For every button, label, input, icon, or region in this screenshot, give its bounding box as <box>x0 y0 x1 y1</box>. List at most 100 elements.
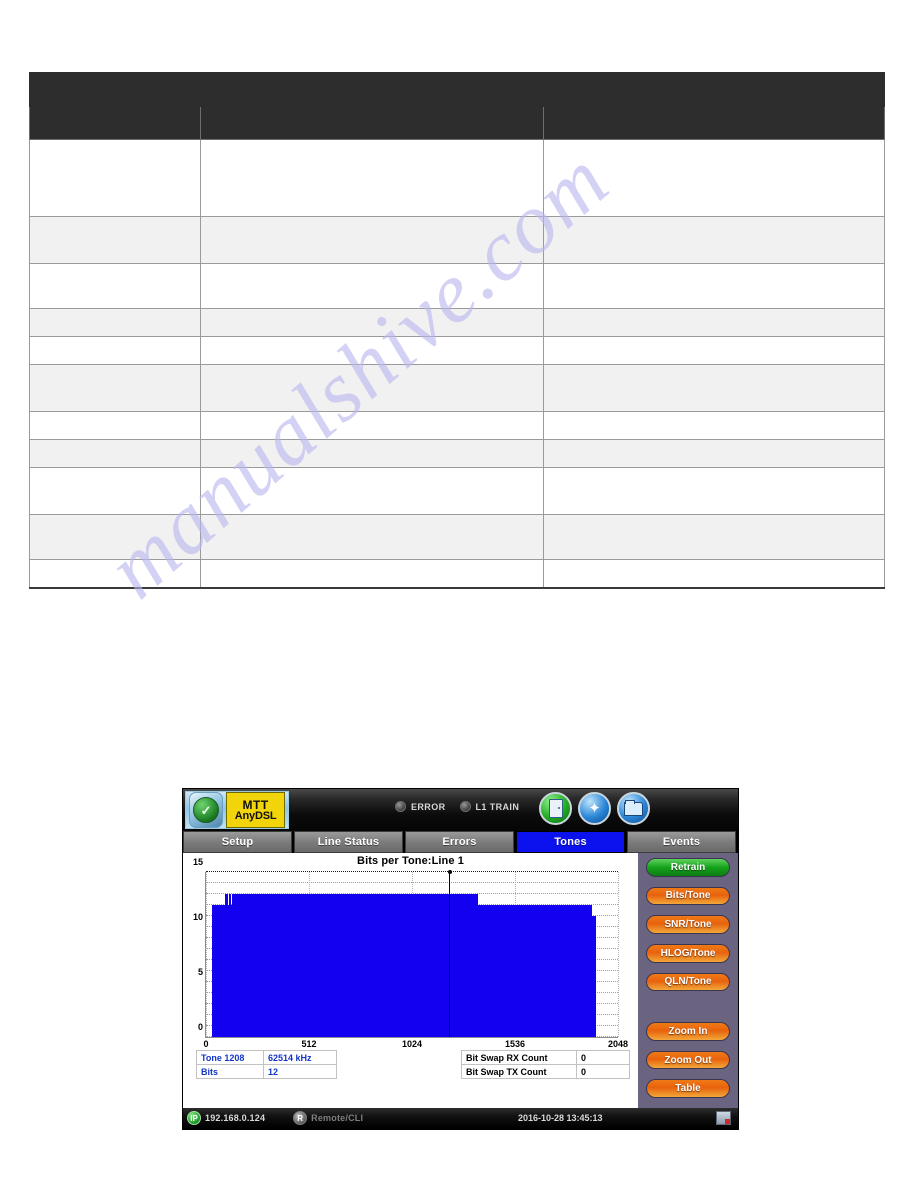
readout-row: Tone 1208 62514 kHz <box>196 1050 337 1065</box>
side-button-retrain[interactable]: Retrain <box>646 858 730 877</box>
table-cell <box>542 467 886 515</box>
table-cell <box>200 308 544 337</box>
check-circle-icon: ✓ <box>189 792 224 828</box>
chart-bar-segment <box>212 905 225 1037</box>
table-cell <box>200 411 544 440</box>
side-button-qln-tone[interactable]: QLN/Tone <box>646 972 730 992</box>
side-button-zoom-out[interactable]: Zoom Out <box>646 1050 730 1070</box>
side-button-snr-tone[interactable]: SNR/Tone <box>646 915 730 934</box>
status-indicators: ERROR L1 TRAIN <box>395 801 519 812</box>
chart-cursor[interactable] <box>448 870 453 1037</box>
readout-key: Tone 1208 <box>196 1050 264 1065</box>
chart-bar-segment <box>477 905 592 1037</box>
table-cell <box>200 263 544 309</box>
x-axis-tick-label: 512 <box>301 1039 317 1049</box>
tab-line-status[interactable]: Line Status <box>294 831 403 853</box>
readout-row: Bit Swap RX Count 0 <box>461 1050 630 1065</box>
y-axis-tick-label: 5 <box>197 967 203 977</box>
side-button-label: Zoom In <box>668 1025 708 1037</box>
table-cell <box>200 514 544 560</box>
folder-icon <box>624 799 643 816</box>
side-button-label: Bits/Tone <box>665 890 711 902</box>
chart-bar-segment <box>591 916 597 1037</box>
table-cell <box>28 514 202 560</box>
tab-label: Line Status <box>317 836 380 848</box>
table-cell <box>28 308 202 337</box>
device-main: Bits per Tone:Line 1 0 5 10 15 0 512 1024 1536… <box>183 853 738 1108</box>
table-cell <box>542 364 886 412</box>
indicator-error: ERROR <box>395 801 446 812</box>
table-row <box>28 467 886 515</box>
table-cell <box>28 559 202 589</box>
status-timestamp: 2016-10-28 13:45:13 <box>518 1113 603 1123</box>
tab-errors[interactable]: Errors <box>405 831 514 853</box>
table-cell <box>28 106 202 140</box>
readout-key: Bit Swap TX Count <box>461 1064 577 1079</box>
toolbar-buttons: ✦ <box>539 792 650 825</box>
table-cell <box>28 336 202 365</box>
table-cell <box>200 439 544 468</box>
x-axis-tick-label: 1024 <box>401 1039 423 1049</box>
readout-value: 12 <box>263 1064 337 1079</box>
chart-bar-segment <box>231 894 478 1037</box>
power-button[interactable] <box>539 792 572 825</box>
led-indicator-icon <box>459 801 471 812</box>
table-cell <box>28 411 202 440</box>
indicator-error-label: ERROR <box>411 801 446 812</box>
table-cell <box>542 439 886 468</box>
table-cell <box>28 216 202 264</box>
readout-row: Bit Swap TX Count 0 <box>461 1064 630 1079</box>
tab-events[interactable]: Events <box>627 831 736 853</box>
side-button-label: QLN/Tone <box>664 976 712 988</box>
table-cell <box>542 514 886 560</box>
table-cell <box>200 559 544 589</box>
table-row <box>28 559 886 589</box>
mtt-anydsl-badge: MTT AnyDSL <box>226 792 285 828</box>
power-door-icon <box>548 799 563 818</box>
readout-key: Bits <box>196 1064 264 1079</box>
tab-label: Events <box>662 836 701 848</box>
chart-panel: Bits per Tone:Line 1 0 5 10 15 0 512 1024 1536… <box>183 853 638 1108</box>
device-topbar: ✓ MTT AnyDSL ERROR L1 TRAIN ✦ <box>183 789 738 831</box>
ip-badge-icon: IP <box>187 1111 201 1125</box>
table-row <box>28 139 886 217</box>
table-cell <box>542 336 886 365</box>
screenshot-icon[interactable] <box>716 1111 731 1125</box>
side-button-zoom-in[interactable]: Zoom In <box>646 1022 730 1041</box>
readout-value: 0 <box>576 1050 630 1065</box>
badge-line-2: AnyDSL <box>234 809 277 822</box>
gridline-vertical <box>618 872 619 1037</box>
dsl-tester-screen: ✓ MTT AnyDSL ERROR L1 TRAIN ✦ Setup Line… <box>183 789 738 1129</box>
x-axis-tick-label: 1536 <box>504 1039 526 1049</box>
side-button-hlog-tone[interactable]: HLOG/Tone <box>646 943 730 963</box>
side-button-panel: Retrain Bits/Tone SNR/Tone HLOG/Tone QLN/Ton… <box>638 853 738 1108</box>
table-cell <box>200 139 544 217</box>
chart-plot-area[interactable]: 0 5 10 15 0 512 1024 1536 2048 <box>193 857 628 1049</box>
status-ip: IP 192.168.0.124 <box>187 1111 265 1125</box>
table-cell <box>542 263 886 309</box>
table-row <box>28 439 886 468</box>
side-button-label: Retrain <box>670 861 706 873</box>
side-button-bits-tone[interactable]: Bits/Tone <box>646 886 730 906</box>
remote-badge-icon: R <box>293 1111 308 1125</box>
indicator-l1-train: L1 TRAIN <box>459 801 520 812</box>
side-button-table[interactable]: Table <box>646 1079 730 1098</box>
table-row <box>28 106 886 140</box>
table-cell <box>542 411 886 440</box>
table-cell <box>28 263 202 309</box>
table-row <box>28 263 886 309</box>
table-cell <box>200 467 544 515</box>
table-cell <box>28 364 202 412</box>
table-row <box>28 216 886 264</box>
tab-label: Setup <box>221 836 254 848</box>
tab-setup[interactable]: Setup <box>183 831 292 853</box>
bit-swap-readout-box: Bit Swap RX Count 0 Bit Swap TX Count 0 <box>461 1050 630 1079</box>
tab-tones[interactable]: Tones <box>516 831 625 853</box>
tools-button[interactable]: ✦ <box>578 792 611 825</box>
files-button[interactable] <box>617 792 650 825</box>
table-cell <box>200 364 544 412</box>
readout-row: Bits 12 <box>196 1064 337 1079</box>
tab-label: Tones <box>554 836 587 848</box>
readout-key: Bit Swap RX Count <box>461 1050 577 1065</box>
table-row <box>28 411 886 440</box>
